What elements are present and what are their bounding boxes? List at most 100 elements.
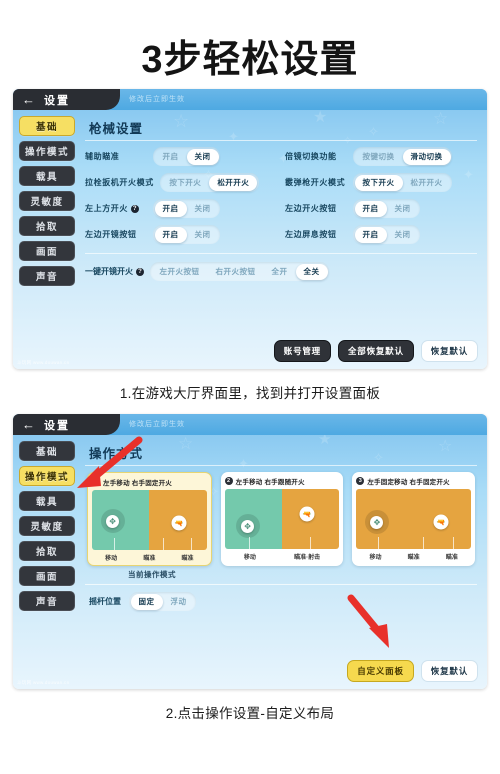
section-title: 枪械设置 [89, 122, 144, 136]
segment-option[interactable]: 关闭 [187, 227, 219, 243]
segmented-control[interactable]: 左开火按钮 右开火按钮 全开 全关 [150, 262, 329, 281]
segmented-control[interactable]: 按下开火 松开开火 [159, 173, 259, 192]
card-title: 左手移动 右手跟随开火 [235, 479, 305, 486]
segmented-control[interactable]: 开启 关闭 [153, 199, 220, 218]
segment-option-selected[interactable]: 滑动切换 [402, 148, 451, 165]
segment-option-selected[interactable]: 松开开火 [209, 174, 258, 191]
control-mode-card[interactable]: 2 左手移动 右手跟随开火 ✥ 🔫 移动 瞄准·射击 [220, 472, 344, 566]
sidebar-item-graphics[interactable]: 画面 [19, 566, 75, 586]
segmented-control[interactable]: 开启 关闭 [353, 199, 420, 218]
segment-option[interactable]: 开启 [155, 149, 187, 165]
section-divider [85, 140, 477, 141]
account-management-button[interactable]: 账号管理 [273, 340, 331, 362]
scene-label: 瞄准·射击 [294, 555, 321, 561]
segment-option[interactable]: 关闭 [387, 201, 419, 217]
joystick-icon: ✥ [235, 514, 260, 539]
sidebar-item-vehicle[interactable]: 载具 [19, 491, 75, 511]
setting-label: 左上方开火 [85, 204, 128, 213]
restore-defaults-button[interactable]: 恢复默认 [420, 660, 478, 682]
setting-label: 拉栓扳机开火模式 [85, 178, 154, 187]
segment-option-selected[interactable]: 开启 [354, 226, 387, 243]
segmented-control[interactable]: 按下开火 松开开火 [353, 173, 452, 192]
segment-option[interactable]: 按键切换 [355, 149, 403, 165]
segmented-control[interactable]: 开启 关闭 [153, 147, 220, 166]
setting-label: 摇杆位置 [89, 597, 121, 606]
scene-label: 瞄准 [181, 556, 194, 562]
window-titlebar: ← 设置 修改后立即生效 [13, 414, 487, 435]
setting-left-hold-breath-button: 左边屏息按钮 开启 关闭 [285, 225, 477, 244]
segmented-control[interactable]: 按键切换 滑动切换 [353, 147, 452, 166]
sidebar-item-basic[interactable]: 基础 [19, 441, 75, 461]
settings-panel-control-mode: ☆ ✦ ★ ✧ ☆ ✦ ☆ ✧ ← 设置 修改后立即生效 基础 操作模式 载具 … [13, 414, 487, 689]
segment-option[interactable]: 关闭 [387, 227, 419, 243]
scene-label: 瞄准 [143, 556, 156, 562]
settings-row: 左边开镜按钮 开启 关闭 左边屏息按钮 开启 关闭 [85, 225, 477, 244]
help-icon[interactable]: ? [136, 267, 144, 276]
annotation-arrow-sidebar [69, 436, 147, 491]
sidebar-item-sensitivity[interactable]: 灵敏度 [19, 516, 75, 536]
joystick-icon: ✥ [100, 509, 125, 534]
sidebar-item-sensitivity[interactable]: 灵敏度 [19, 191, 75, 211]
control-mode-card[interactable]: 3 左手固定移动 右手固定开火 ✥ 🔫 移动 瞄准 瞄准 [352, 472, 476, 566]
segment-option[interactable]: 按下开火 [161, 175, 209, 191]
window-title: 设置 [44, 94, 70, 107]
caption-step-1: 1.在游戏大厅界面里，找到并打开设置面板 [119, 386, 381, 401]
settings-row: 左上方开火 ? 开启 关闭 左边开火按钮 开启 关闭 [85, 199, 477, 218]
restore-defaults-button[interactable]: 恢复默认 [420, 340, 478, 362]
help-icon[interactable]: ? [131, 204, 139, 213]
sidebar-item-sound[interactable]: 声音 [19, 266, 75, 286]
setting-upper-left-fire: 左上方开火 ? 开启 关闭 [85, 199, 277, 218]
segment-option-selected[interactable]: 关闭 [186, 148, 219, 165]
restore-all-defaults-button[interactable]: 全部恢复默认 [337, 340, 414, 362]
setting-shotgun-fire-mode: 霰弹枪开火模式 按下开火 松开开火 [285, 173, 477, 192]
annotation-arrow-custom-panel [343, 594, 413, 656]
back-arrow-icon[interactable]: ← [22, 93, 35, 106]
mode-illustration: ✥ 🔫 [92, 490, 207, 550]
caption-step-2: 2.点击操作设置-自定义布局 [165, 706, 335, 721]
segment-option[interactable]: 关闭 [187, 201, 219, 217]
sidebar-item-control-mode[interactable]: 操作模式 [19, 141, 75, 161]
settings-row: 拉栓扳机开火模式 按下开火 松开开火 霰弹枪开火模式 按下开火 松开开火 [85, 173, 477, 192]
scene-label: 瞄准 [445, 555, 458, 561]
segment-option-selected[interactable]: 全关 [295, 263, 328, 280]
setting-label: 倍镜切换功能 [285, 152, 337, 161]
instant-effect-hint: 修改后立即生效 [129, 421, 185, 428]
setting-scope-switch: 倍镜切换功能 按键切换 滑动切换 [285, 147, 477, 166]
segmented-control[interactable]: 固定 浮动 [129, 592, 196, 611]
sidebar-item-graphics[interactable]: 画面 [19, 241, 75, 261]
segment-option-selected[interactable]: 按下开火 [354, 174, 403, 191]
scene-labels: 移动 瞄准 瞄准 [356, 552, 471, 561]
settings-row: 辅助瞄准 开启 关闭 倍镜切换功能 按键切换 滑动切换 [85, 147, 477, 166]
segment-option[interactable]: 左开火按钮 [152, 264, 208, 280]
sidebar-item-vehicle[interactable]: 载具 [19, 166, 75, 186]
segmented-control[interactable]: 开启 关闭 [353, 225, 420, 244]
setting-bolt-trigger-mode: 拉栓扳机开火模式 按下开火 松开开火 [85, 173, 277, 192]
sidebar-item-sound[interactable]: 声音 [19, 591, 75, 611]
sidebar-item-basic[interactable]: 基础 [19, 116, 75, 136]
scene-label: 瞄准 [407, 555, 420, 561]
segment-option[interactable]: 右开火按钮 [208, 264, 264, 280]
setting-stick-position: 摇杆位置 固定 浮动 [85, 592, 477, 611]
setting-aim-assist: 辅助瞄准 开启 关闭 [85, 147, 277, 166]
segment-option[interactable]: 浮动 [163, 594, 195, 610]
segment-option[interactable]: 松开开火 [403, 175, 451, 191]
scene-label: 移动 [105, 556, 118, 562]
segmented-control[interactable]: 开启 关闭 [153, 225, 220, 244]
sidebar-item-pickup[interactable]: 拾取 [19, 541, 75, 561]
segment-option-selected[interactable]: 开启 [154, 226, 187, 243]
card-title: 左手固定移动 右手固定开火 [367, 479, 450, 486]
card-header: 2 左手移动 右手跟随开火 [224, 476, 340, 486]
segment-option-selected[interactable]: 开启 [154, 200, 187, 217]
custom-panel-button[interactable]: 自定义面板 [347, 660, 414, 682]
watermark: 斗玩网 www.douwan.cn [17, 680, 70, 685]
section-divider-2 [85, 584, 477, 585]
settings-panel-basic: ☆ ✦ ★ ✧ ☆ ✦ ☆ ✧ ✦ ✧ ← 设置 修改后立即生效 基础 操作模式… [13, 89, 487, 369]
segment-option[interactable]: 全开 [264, 264, 296, 280]
segment-option-selected[interactable]: 固定 [130, 593, 163, 610]
gun-icon: 🔫 [299, 506, 315, 522]
segment-option-selected[interactable]: 开启 [354, 200, 387, 217]
gun-icon: 🔫 [433, 514, 449, 530]
sidebar-item-control-mode[interactable]: 操作模式 [19, 466, 75, 486]
sidebar-item-pickup[interactable]: 拾取 [19, 216, 75, 236]
back-arrow-icon[interactable]: ← [22, 418, 35, 431]
